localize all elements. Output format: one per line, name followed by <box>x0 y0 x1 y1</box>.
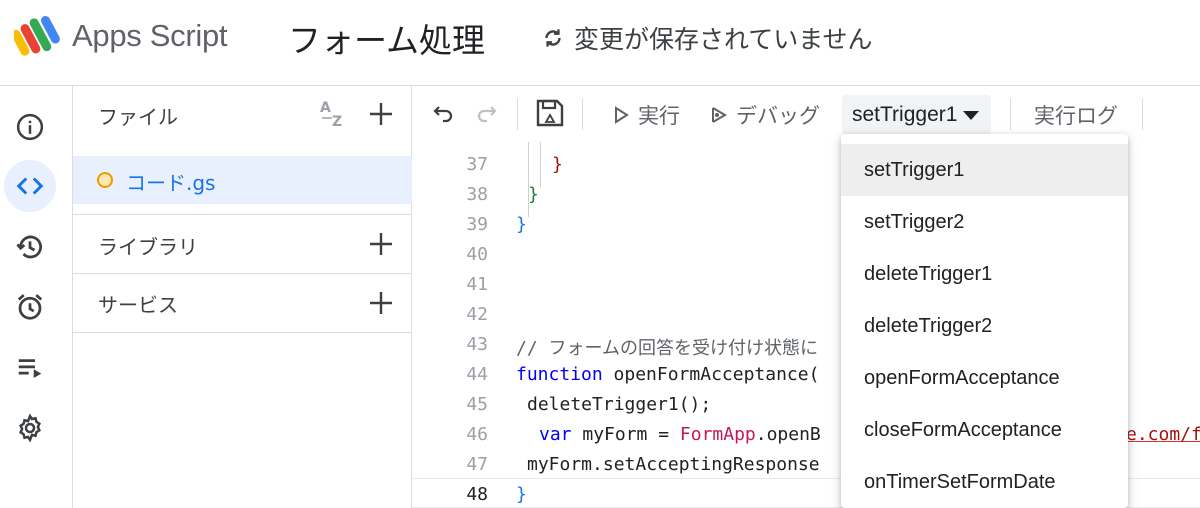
libraries-header: ライブラリ <box>73 215 412 273</box>
dropdown-item-ontimersetformdate[interactable]: onTimerSetFormDate <box>841 456 1128 508</box>
toolbar-separator <box>517 98 518 130</box>
save-status: 変更が保存されていません <box>540 20 873 56</box>
sort-az-icon[interactable]: A Z <box>318 98 350 130</box>
history-icon <box>16 235 42 259</box>
code-text: myForm = <box>571 424 680 445</box>
code-text: } <box>516 484 527 505</box>
code-keyword: function <box>516 364 603 385</box>
function-dropdown-menu: setTrigger1 setTrigger2 deleteTrigger1 d… <box>841 134 1128 508</box>
unsaved-dot-icon <box>97 172 113 188</box>
apps-script-logo-icon[interactable] <box>14 15 64 57</box>
info-icon <box>16 113 44 141</box>
toolbar-separator <box>1142 98 1143 130</box>
add-service-icon[interactable] <box>366 288 396 318</box>
execution-log-button[interactable]: 実行ログ <box>1034 100 1118 130</box>
svg-text:A: A <box>320 100 331 116</box>
gear-icon <box>19 413 41 443</box>
run-button[interactable]: 実行 <box>610 100 680 130</box>
line-number: 44 <box>466 364 488 385</box>
code-keyword: var <box>539 424 572 445</box>
files-panel: ファイル A Z コード.gs ライブラリ サービス <box>73 86 412 508</box>
code-text: } <box>516 214 527 235</box>
divider <box>73 332 412 333</box>
code-comment: // フォームの回答を受け付け状態に <box>516 338 818 359</box>
alarm-clock-icon <box>17 294 43 320</box>
settings-button[interactable] <box>4 402 56 454</box>
code-text: var myForm = FormApp.openB <box>539 424 821 445</box>
file-item-code-gs[interactable]: コード.gs <box>73 156 412 204</box>
line-number: 37 <box>466 154 488 175</box>
app-name[interactable]: Apps Script <box>72 18 228 54</box>
debug-button[interactable]: デバッグ <box>708 100 820 130</box>
dropdown-item-deletetrigger2[interactable]: deleteTrigger2 <box>841 300 1128 352</box>
files-label: ファイル <box>98 105 178 129</box>
dropdown-item-settrigger1[interactable]: setTrigger1 <box>841 144 1128 196</box>
code-class: FormApp <box>679 424 756 445</box>
line-number: 47 <box>466 454 488 475</box>
executions-button[interactable] <box>4 342 56 394</box>
dropdown-item-deletetrigger1[interactable]: deleteTrigger1 <box>841 248 1128 300</box>
run-label: 実行 <box>638 104 680 128</box>
triggers-button[interactable] <box>4 281 56 333</box>
libraries-label: ライブラリ <box>98 235 198 259</box>
selected-function-label: setTrigger1 <box>852 103 958 126</box>
file-name: コード.gs <box>126 171 216 195</box>
line-number: 46 <box>466 424 488 445</box>
code-url[interactable]: e.com/f <box>1126 424 1200 445</box>
history-button[interactable] <box>4 221 56 273</box>
code-text: myForm.setAcceptingResponse <box>527 454 820 475</box>
app-header: Apps Script フォーム処理 変更が保存されていません <box>0 0 1200 86</box>
line-number: 42 <box>466 304 488 325</box>
code-text: openFormAcceptance( <box>602 364 820 385</box>
code-text: deleteTrigger1(); <box>527 394 712 415</box>
line-number: 41 <box>466 274 488 295</box>
redo-icon[interactable] <box>472 99 500 127</box>
save-to-drive-icon[interactable] <box>534 97 566 129</box>
dropdown-item-openformacceptance[interactable]: openFormAcceptance <box>841 352 1128 404</box>
function-select[interactable]: setTrigger1 <box>842 95 992 135</box>
sync-icon <box>545 29 561 47</box>
line-number: 40 <box>466 244 488 265</box>
project-title[interactable]: フォーム処理 <box>288 14 485 62</box>
line-number: 38 <box>466 184 488 205</box>
toolbar-separator <box>582 98 583 130</box>
files-header: ファイル A Z <box>73 86 412 142</box>
code-text: } <box>552 154 563 175</box>
left-rail <box>0 86 73 508</box>
toolbar-separator <box>1010 98 1011 130</box>
dropdown-item-closeformacceptance[interactable]: closeFormAcceptance <box>841 404 1128 456</box>
caret-down-icon <box>963 110 980 120</box>
executions-list-icon <box>18 359 42 378</box>
services-header: サービス <box>73 274 412 332</box>
code-brackets-icon <box>16 177 44 195</box>
code-text: } <box>528 184 539 205</box>
line-number: 48 <box>466 484 488 505</box>
svg-text:Z: Z <box>332 114 342 130</box>
add-library-icon[interactable] <box>366 229 396 259</box>
code-text: function openFormAcceptance( <box>516 364 819 385</box>
add-file-icon[interactable] <box>366 99 396 129</box>
line-number: 45 <box>466 394 488 415</box>
services-label: サービス <box>98 293 178 317</box>
line-number: 43 <box>466 334 488 355</box>
dropdown-item-settrigger2[interactable]: setTrigger2 <box>841 196 1128 248</box>
overview-button[interactable] <box>4 101 56 153</box>
save-status-text: 変更が保存されていません <box>574 25 873 54</box>
code-text: .openB <box>755 424 821 445</box>
play-icon <box>615 106 629 124</box>
execution-log-label: 実行ログ <box>1034 104 1118 128</box>
editor-button[interactable] <box>4 160 56 212</box>
debug-label: デバッグ <box>736 104 820 128</box>
line-number: 39 <box>466 214 488 235</box>
undo-icon[interactable] <box>430 99 458 127</box>
debug-icon <box>712 107 727 123</box>
